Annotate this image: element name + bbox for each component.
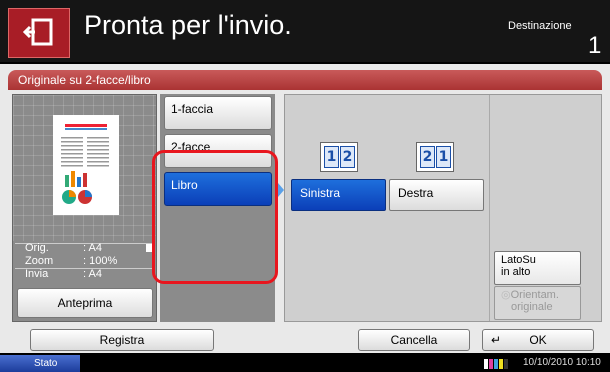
- document-send-icon: [23, 18, 53, 46]
- footer-actions: Registra Cancella ↵ OK: [8, 327, 602, 351]
- binding-right-icon: 2 1: [416, 142, 454, 172]
- destination-count: 1: [588, 32, 602, 59]
- register-button[interactable]: Registra: [30, 329, 214, 351]
- highlight-ring: [152, 150, 278, 284]
- original-orientation-button[interactable]: ◎Orientam. originale: [494, 286, 581, 320]
- page-title: Pronta per l'invio.: [84, 10, 292, 40]
- preview-pane: Orig.: A4 Zoom: 100% Invia: A4 Anteprima: [12, 94, 157, 322]
- document-thumbnail: [53, 115, 119, 215]
- ok-button[interactable]: ↵ OK: [482, 329, 594, 351]
- status-bar: Stato 10/10/2010 10:10: [0, 355, 610, 372]
- info-zoom: Zoom: 100%: [25, 255, 118, 267]
- indicator-icon: [484, 359, 488, 369]
- info-send: Invia: A4: [25, 268, 102, 280]
- binding-left-icon: 1 2: [320, 142, 358, 172]
- header-bar: Pronta per l'invio. Destinazione 1: [0, 0, 610, 62]
- section-tab: Originale su 2-facce/libro: [8, 70, 602, 90]
- enter-icon: ↵: [491, 333, 502, 347]
- binding-panel: 1 2 2 1 Sinistra Destra LatoSu in alto ◎…: [284, 94, 602, 322]
- info-orig: Orig.: A4: [25, 242, 102, 254]
- binding-left-button[interactable]: Sinistra: [291, 179, 386, 211]
- send-mode-icon[interactable]: [8, 8, 70, 58]
- cancel-button[interactable]: Cancella: [358, 329, 470, 351]
- indicator-icon: [499, 359, 503, 369]
- thumbnail-image: [61, 124, 109, 204]
- main-panel: Originale su 2-facce/libro Orig.: A4 Zo…: [0, 64, 610, 353]
- destination-label: Destinazione: [508, 20, 572, 32]
- preview-button[interactable]: Anteprima: [17, 288, 153, 318]
- divider: [489, 95, 490, 321]
- indicator-icon: [489, 359, 493, 369]
- indicator-icon: [504, 359, 508, 369]
- status-button[interactable]: Stato: [0, 355, 80, 372]
- indicator-icon: [494, 359, 498, 369]
- top-edge-top-button[interactable]: LatoSu in alto: [494, 251, 581, 285]
- datetime: 10/10/2010 10:10: [523, 357, 601, 368]
- info-icon: ◎: [501, 289, 511, 301]
- option-1-sided[interactable]: 1-faccia: [164, 96, 272, 130]
- binding-right-button[interactable]: Destra: [389, 179, 484, 211]
